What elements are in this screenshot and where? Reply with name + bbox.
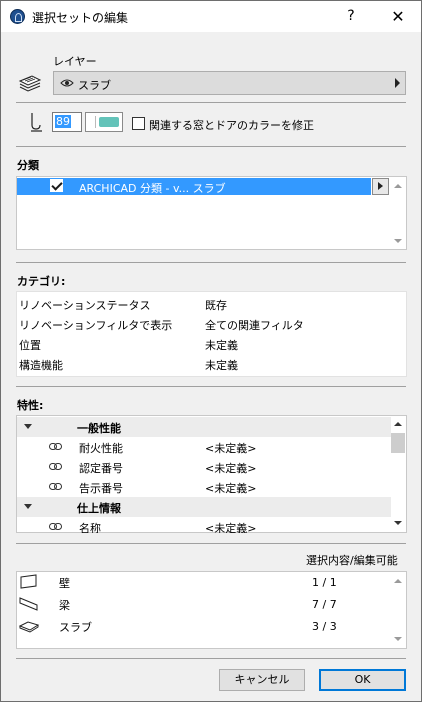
categories-heading: カテゴリ: bbox=[17, 275, 66, 288]
layer-value: スラブ bbox=[78, 79, 111, 92]
category-value: 全ての関連フィルタ bbox=[205, 319, 304, 332]
link-icon bbox=[49, 443, 62, 450]
property-name: 認定番号 bbox=[79, 462, 123, 475]
selection-item-count: 7 / 7 bbox=[312, 598, 337, 611]
divider bbox=[16, 658, 406, 659]
property-group-name: 一般性能 bbox=[77, 422, 121, 435]
classification-expand-button[interactable] bbox=[372, 178, 389, 195]
scroll-down-arrow-icon[interactable] bbox=[394, 239, 402, 243]
selection-item-count: 3 / 3 bbox=[312, 620, 337, 633]
property-row[interactable]: 認定番号 <未定義> bbox=[17, 457, 391, 477]
pen-color-swatch[interactable] bbox=[85, 112, 123, 132]
property-value: <未定義> bbox=[205, 482, 257, 495]
property-group-row[interactable]: 一般性能 bbox=[17, 417, 391, 437]
archicad-app-icon bbox=[10, 9, 25, 24]
cancel-button[interactable]: キャンセル bbox=[219, 669, 305, 691]
pen-icon bbox=[31, 113, 42, 132]
category-value: 既存 bbox=[205, 299, 227, 312]
category-name: リノベーションステータス bbox=[19, 299, 151, 312]
property-value: <未定義> bbox=[205, 522, 257, 533]
category-name: リノベーションフィルタで表示 bbox=[19, 319, 173, 332]
property-name: 名称 bbox=[79, 522, 101, 533]
classification-item-label: ARCHICAD 分類 - v... スラブ bbox=[79, 182, 226, 195]
link-icon bbox=[49, 523, 62, 530]
selection-item-name: スラブ bbox=[59, 621, 92, 634]
category-value: 未定義 bbox=[205, 359, 238, 372]
scroll-up-arrow-icon[interactable] bbox=[394, 579, 402, 583]
link-icon bbox=[49, 463, 62, 470]
modify-window-door-color-checkbox[interactable] bbox=[132, 117, 145, 130]
edit-selection-set-dialog: 選択セットの編集 ? ✕ レイヤー スラブ 89 関連する窓とドアのカラーを修正… bbox=[0, 0, 422, 702]
link-icon bbox=[49, 483, 62, 490]
layer-stack-icon bbox=[18, 75, 42, 92]
properties-scrollbar-thumb[interactable] bbox=[391, 433, 405, 453]
pen-number-field[interactable]: 89 bbox=[52, 112, 82, 132]
selection-header: 選択内容/編集可能 bbox=[306, 554, 398, 567]
selection-list[interactable] bbox=[16, 571, 407, 649]
selection-item-count: 1 / 1 bbox=[312, 576, 337, 589]
window-title: 選択セットの編集 bbox=[32, 11, 129, 25]
scroll-down-arrow-icon[interactable] bbox=[394, 637, 402, 641]
divider bbox=[16, 543, 406, 544]
wall-icon bbox=[20, 574, 37, 589]
dropdown-arrow-icon bbox=[395, 78, 400, 88]
scroll-up-arrow-icon[interactable] bbox=[394, 422, 402, 426]
layer-label: レイヤー bbox=[53, 55, 97, 68]
selection-item-name: 壁 bbox=[59, 577, 70, 590]
properties-heading: 特性: bbox=[17, 399, 44, 412]
property-row[interactable]: 耐火性能 <未定義> bbox=[17, 437, 391, 457]
divider bbox=[16, 146, 406, 147]
modify-window-door-color-label: 関連する窓とドアのカラーを修正 bbox=[149, 119, 314, 132]
property-value: <未定義> bbox=[205, 442, 257, 455]
classification-selected-row[interactable]: ARCHICAD 分類 - v... スラブ bbox=[17, 178, 371, 195]
close-button[interactable]: ✕ bbox=[375, 1, 421, 32]
collapse-triangle-icon[interactable] bbox=[24, 504, 32, 509]
scroll-up-arrow-icon[interactable] bbox=[394, 184, 402, 188]
property-row[interactable]: 告示番号 <未定義> bbox=[17, 477, 391, 497]
slab-icon bbox=[18, 621, 40, 633]
beam-icon bbox=[19, 597, 38, 611]
category-name: 構造機能 bbox=[19, 359, 63, 372]
property-name: 耐火性能 bbox=[79, 442, 123, 455]
layer-dropdown[interactable]: スラブ bbox=[53, 71, 406, 95]
divider bbox=[16, 386, 406, 387]
eye-icon bbox=[60, 79, 74, 87]
property-group-name: 仕上情報 bbox=[77, 502, 121, 515]
selection-item-name: 梁 bbox=[59, 599, 70, 612]
property-row[interactable]: 名称 <未定義> bbox=[17, 517, 391, 533]
ok-button[interactable]: OK bbox=[319, 669, 406, 691]
category-name: 位置 bbox=[19, 339, 41, 352]
classification-checkbox[interactable] bbox=[50, 179, 63, 192]
property-value: <未定義> bbox=[205, 462, 257, 475]
collapse-triangle-icon[interactable] bbox=[24, 424, 32, 429]
property-group-row[interactable]: 仕上情報 bbox=[17, 497, 391, 517]
category-value: 未定義 bbox=[205, 339, 238, 352]
help-button[interactable]: ? bbox=[328, 1, 374, 32]
title-bar: 選択セットの編集 ? ✕ bbox=[1, 1, 421, 32]
divider bbox=[16, 262, 406, 263]
classification-heading: 分類 bbox=[17, 159, 39, 172]
divider bbox=[16, 102, 406, 103]
property-name: 告示番号 bbox=[79, 482, 123, 495]
scroll-down-arrow-icon[interactable] bbox=[394, 521, 402, 525]
pen-number: 89 bbox=[55, 115, 71, 128]
